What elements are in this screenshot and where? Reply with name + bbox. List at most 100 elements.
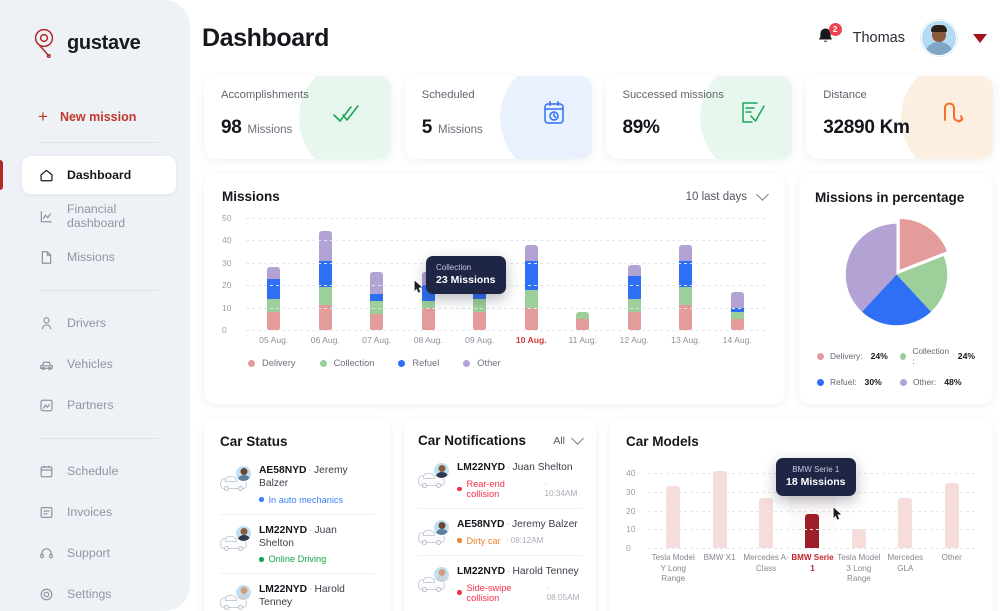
bar-column[interactable] (609, 218, 661, 330)
stat-card-accomplishments[interactable]: Accomplishments 98 Missions (204, 76, 391, 159)
legend-item[interactable]: Delivery (248, 358, 296, 368)
sidebar-item-schedule[interactable]: Schedule (22, 452, 176, 490)
bar-segment-delivery[interactable] (318, 305, 332, 330)
date-range-dropdown[interactable]: 10 last days (686, 188, 769, 203)
sidebar-item-dashboard[interactable]: Dashboard (0, 156, 176, 194)
bar-segment-collection[interactable] (473, 298, 487, 313)
stat-card-distance[interactable]: Distance 32890 Km (806, 76, 993, 159)
home-icon (38, 167, 54, 183)
bar-column[interactable] (557, 218, 609, 330)
stacked-bar[interactable] (267, 267, 281, 330)
bar-segment-refuel[interactable] (627, 276, 641, 299)
legend-item[interactable]: Other (463, 358, 501, 368)
bar-segment-collection[interactable] (627, 298, 641, 313)
double-check-icon (331, 103, 365, 130)
brand-logo[interactable]: gustave (0, 22, 190, 59)
notifications-button[interactable]: 2 (815, 23, 842, 50)
sidebar-item-drivers[interactable]: Drivers (22, 304, 176, 342)
list-item[interactable]: AE58NYD · Jeremy Balzer In auto mechanics (220, 455, 374, 515)
sidebar-item-invoices[interactable]: Invoices (22, 493, 176, 531)
bar-segment-collection[interactable] (679, 287, 693, 306)
bar-segment-other[interactable] (730, 291, 744, 308)
sidebar-item-vehicles[interactable]: Vehicles (22, 345, 176, 383)
bar-segment-delivery[interactable] (370, 314, 384, 330)
bar-segment-collection[interactable] (524, 289, 538, 308)
pie-legend-item[interactable]: Delivery: 24% (817, 346, 892, 366)
sidebar-item-support[interactable]: Support (22, 534, 176, 572)
bar-segment-other[interactable] (627, 265, 641, 277)
bar-column[interactable] (660, 218, 712, 330)
bar[interactable] (898, 497, 913, 548)
gridline (648, 529, 977, 531)
bar-segment-refuel[interactable] (318, 260, 332, 288)
bar-column[interactable] (882, 464, 928, 548)
bar[interactable] (666, 486, 681, 548)
sidebar-item-financial-dashboard[interactable]: Financial dashboard (22, 197, 176, 235)
y-axis-tick: 20 (222, 280, 232, 291)
mouse-cursor-icon (833, 507, 841, 520)
legend-item[interactable]: Refuel (398, 358, 439, 368)
sidebar-item-partners[interactable]: Partners (22, 386, 176, 424)
stacked-bar[interactable] (524, 244, 538, 330)
bar-segment-other[interactable] (524, 244, 538, 261)
bar-segment-collection[interactable] (267, 298, 281, 313)
bar-segment-refuel[interactable] (370, 294, 384, 301)
bar-segment-other[interactable] (267, 267, 281, 279)
bar-segment-other[interactable] (370, 271, 384, 295)
bar[interactable] (759, 497, 774, 548)
list-item[interactable]: AE58NYD · Jeremy Balzer Dirty car · 08:12AM (418, 509, 582, 556)
pie-legend-item[interactable]: Refuel: 30% (817, 377, 892, 387)
new-mission-button[interactable]: + New mission (0, 108, 190, 125)
bar-segment-delivery[interactable] (627, 312, 641, 330)
bar-column[interactable] (300, 218, 352, 330)
bar-segment-refuel[interactable] (267, 278, 281, 299)
list-item[interactable]: LM22NYD · Harold Tenney Side-swipe collisio… (418, 556, 582, 611)
avatar[interactable] (921, 20, 957, 56)
bar-segment-delivery[interactable] (524, 307, 538, 330)
car-status-card: Car Status AE58NYD · Jeremy Balzer In auto … (204, 418, 390, 611)
notifications-filter-dropdown[interactable]: All (553, 432, 584, 447)
bar-segment-collection[interactable] (421, 300, 435, 308)
bar-column[interactable] (351, 218, 403, 330)
list-item[interactable]: LM22NYD·Harold TenneyOnline Driving (220, 574, 374, 611)
stat-card-successed-missions[interactable]: Successed missions 89% (605, 76, 793, 159)
bar-column[interactable] (712, 218, 764, 330)
bar[interactable] (851, 529, 866, 548)
bar-column[interactable] (650, 464, 696, 548)
stacked-bar[interactable] (318, 231, 332, 330)
bar-segment-delivery[interactable] (730, 318, 744, 330)
stacked-bar[interactable] (370, 271, 384, 330)
stacked-bar[interactable] (576, 312, 590, 330)
bar-column[interactable] (929, 464, 975, 548)
legend-item[interactable]: Collection (319, 358, 374, 368)
bar-column[interactable] (506, 218, 558, 330)
caret-down-icon[interactable] (973, 33, 987, 43)
stat-card-scheduled[interactable]: Scheduled 5 Missions (404, 76, 592, 159)
list-item[interactable]: LM22NYD · Juan Shelton Online Driving (220, 515, 374, 575)
sidebar-item-missions[interactable]: Missions (22, 238, 176, 276)
pie-legend-item[interactable]: Other: 48% (900, 377, 975, 387)
bar-segment-refuel[interactable] (679, 260, 693, 288)
bar-segment-delivery[interactable] (421, 307, 435, 330)
bar-segment-collection[interactable] (318, 287, 332, 306)
bar-segment-other[interactable] (679, 244, 693, 261)
bar-column[interactable] (696, 464, 742, 548)
bar[interactable] (805, 514, 820, 548)
bar-column[interactable] (248, 218, 300, 330)
bar-segment-delivery[interactable] (267, 312, 281, 330)
legend-color-dot (463, 359, 471, 367)
stacked-bar[interactable] (679, 244, 693, 330)
bar-segment-other[interactable] (318, 231, 332, 261)
pie-legend-item[interactable]: Collection : 24% (900, 346, 975, 366)
sidebar-item-label: Financial dashboard (67, 202, 126, 230)
stacked-bar[interactable] (627, 265, 641, 330)
list-item-title: LM22NYD · Harold Tenney (457, 566, 582, 579)
sidebar-item-settings[interactable]: Settings (22, 575, 176, 611)
bar-segment-delivery[interactable] (576, 318, 590, 330)
bar-segment-delivery[interactable] (473, 312, 487, 330)
stacked-bar[interactable] (730, 291, 744, 330)
bar-segment-collection[interactable] (730, 312, 744, 319)
bar-segment-collection[interactable] (576, 312, 590, 319)
list-item[interactable]: LM22NYD · Juan Shelton Rear-end collision · … (418, 452, 582, 509)
bar-segment-delivery[interactable] (679, 305, 693, 330)
